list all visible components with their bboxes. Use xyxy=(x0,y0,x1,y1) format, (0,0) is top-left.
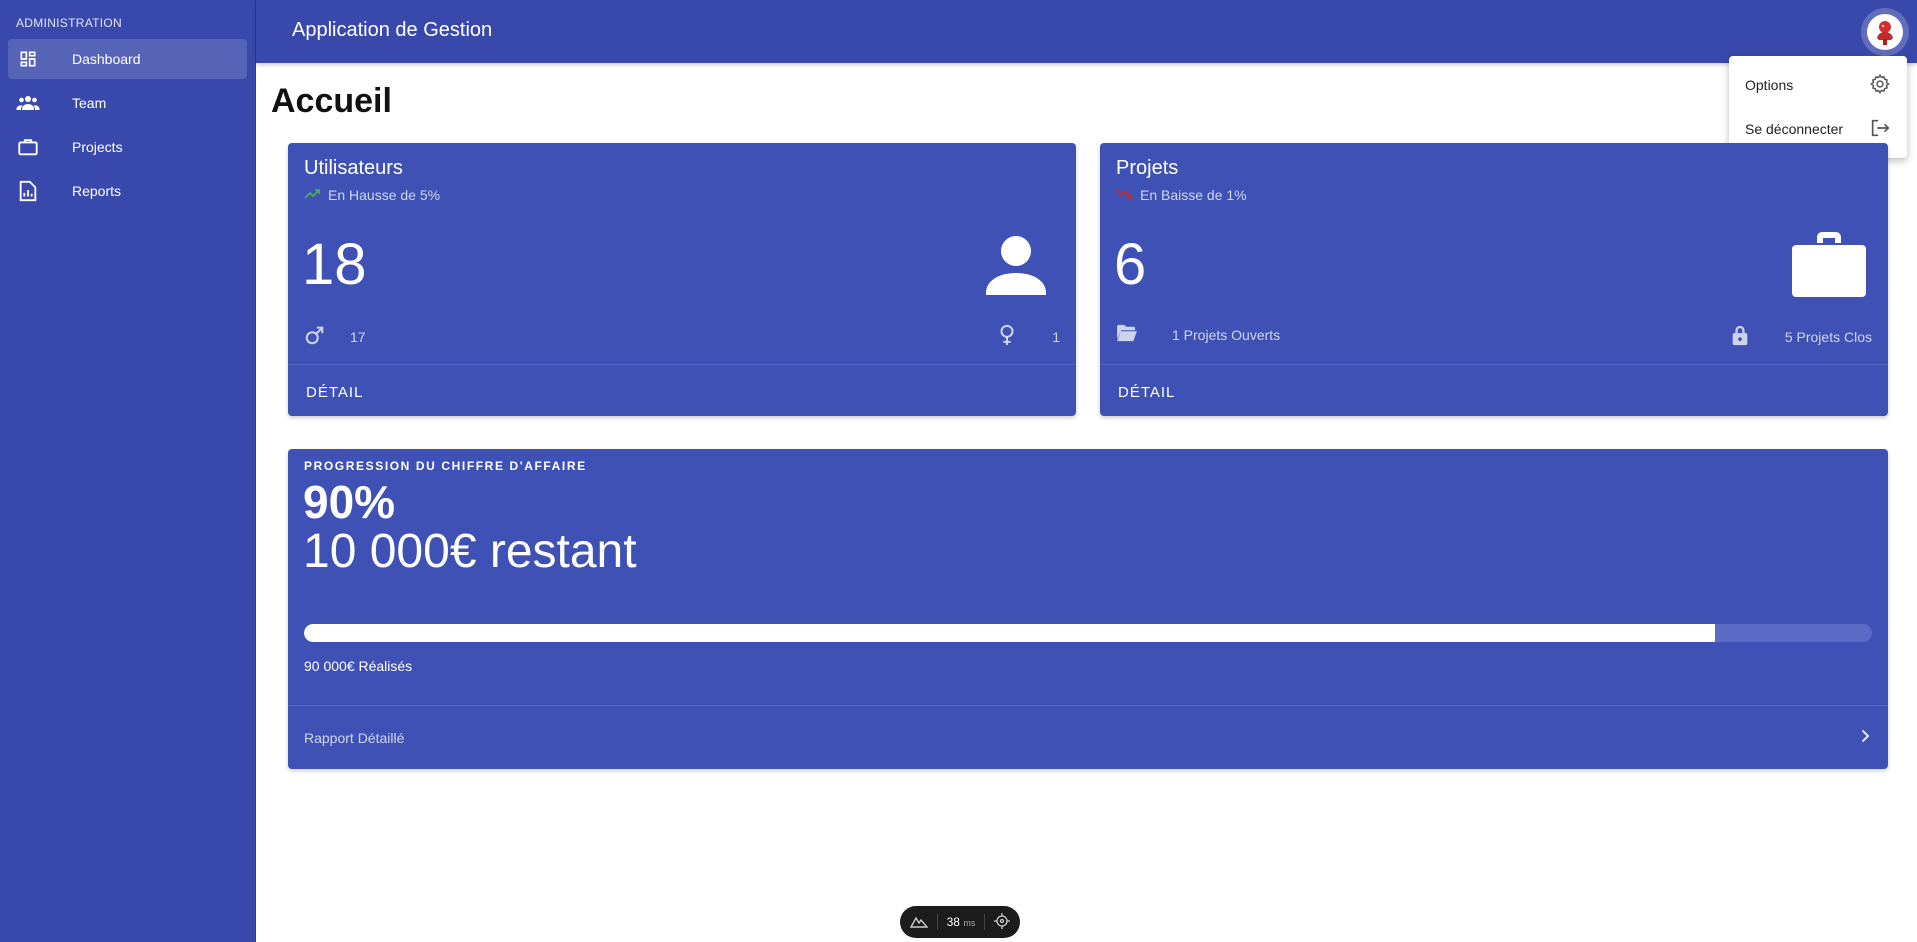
male-count: 17 xyxy=(350,328,366,345)
trending-down-icon xyxy=(1116,187,1132,203)
menu-item-label: Se déconnecter xyxy=(1745,121,1844,137)
dashboard-icon xyxy=(16,47,40,71)
menu-item-label: Options xyxy=(1745,77,1794,93)
sidebar-item-team[interactable]: Team xyxy=(8,83,247,123)
trend-text: En Baisse de 1% xyxy=(1140,187,1247,203)
briefcase-icon xyxy=(1792,227,1866,304)
logout-icon xyxy=(1869,117,1891,142)
closed-projects-stat: 5 Projets Clos xyxy=(1731,324,1872,349)
people-icon xyxy=(16,91,40,115)
detailed-report-link[interactable]: Rapport Détaillé xyxy=(288,706,1888,769)
avatar-icon xyxy=(1867,14,1903,50)
person-icon xyxy=(984,233,1048,302)
revenue-remaining: 10 000€ restant xyxy=(303,525,637,578)
projects-detail-button[interactable]: DÉTAIL xyxy=(1108,374,1185,410)
crosshair-icon[interactable] xyxy=(993,912,1010,932)
menu-item-options[interactable]: Options xyxy=(1729,63,1907,107)
card-title: Utilisateurs xyxy=(304,157,403,179)
briefcase-icon xyxy=(16,135,40,159)
sidebar-item-projects[interactable]: Projects xyxy=(8,127,247,167)
page-title: Accueil xyxy=(271,82,392,120)
report-icon xyxy=(16,179,40,203)
divider xyxy=(984,914,986,930)
female-stat: 1 xyxy=(998,324,1060,349)
sidebar-section-title: ADMINISTRATION xyxy=(16,16,122,30)
sidebar-item-label: Team xyxy=(72,95,107,111)
trend-indicator: En Hausse de 5% xyxy=(304,187,440,203)
gear-icon xyxy=(1869,73,1891,98)
render-time-unit: ms xyxy=(963,918,976,928)
trend-indicator: En Baisse de 1% xyxy=(1116,187,1247,203)
dev-toolbar[interactable]: 38 ms xyxy=(900,906,1020,938)
sidebar-item-label: Projects xyxy=(72,139,123,155)
projects-card: Projets En Baisse de 1% 6 1 Projets Ouve… xyxy=(1100,143,1888,416)
chevron-right-icon xyxy=(1858,729,1872,746)
card-divider xyxy=(1100,364,1888,365)
revenue-progress-fill xyxy=(304,624,1716,642)
male-icon xyxy=(304,324,326,349)
female-icon xyxy=(998,324,1016,349)
revenue-overline: PROGRESSION DU CHIFFRE D'AFFAIRE xyxy=(304,459,587,473)
sidebar-item-label: Reports xyxy=(72,183,122,199)
render-time-value: 38 xyxy=(946,915,960,929)
card-title: Projets xyxy=(1116,157,1179,179)
female-count: 1 xyxy=(1052,328,1060,345)
revenue-achieved: 90 000€ Réalisés xyxy=(304,658,413,674)
app-header: Application de Gestion xyxy=(256,0,1917,63)
users-card: Utilisateurs En Hausse de 5% 18 17 1 DÉT… xyxy=(288,143,1076,416)
users-count: 18 xyxy=(302,232,367,297)
sidebar-item-reports[interactable]: Reports xyxy=(8,171,247,211)
sidebar: ADMINISTRATION Dashboard Team Projects R… xyxy=(0,0,256,942)
divider xyxy=(936,914,938,930)
lock-icon xyxy=(1731,324,1749,349)
render-time: 38 ms xyxy=(947,915,976,929)
avatar-button[interactable] xyxy=(1861,8,1909,56)
app-title: Application de Gestion xyxy=(292,19,493,41)
trend-text: En Hausse de 5% xyxy=(328,187,441,203)
trending-up-icon xyxy=(304,187,320,203)
male-stat: 17 xyxy=(304,324,366,349)
revenue-card: PROGRESSION DU CHIFFRE D'AFFAIRE 90% 10 … xyxy=(288,449,1888,769)
open-projects-stat: 1 Projets Ouverts xyxy=(1116,324,1280,345)
closed-projects-label: 5 Projets Clos xyxy=(1784,328,1872,345)
open-projects-label: 1 Projets Ouverts xyxy=(1172,326,1281,343)
nuxt-logo-icon xyxy=(909,914,929,931)
sidebar-item-dashboard[interactable]: Dashboard xyxy=(8,39,247,79)
projects-count: 6 xyxy=(1114,232,1147,297)
card-divider xyxy=(288,364,1076,365)
users-detail-button[interactable]: DÉTAIL xyxy=(296,374,373,410)
folder-open-icon xyxy=(1116,324,1138,345)
revenue-percent: 90% xyxy=(303,476,396,528)
report-link-label: Rapport Détaillé xyxy=(304,729,405,746)
revenue-progress-bar xyxy=(304,624,1872,642)
sidebar-item-label: Dashboard xyxy=(72,51,141,67)
